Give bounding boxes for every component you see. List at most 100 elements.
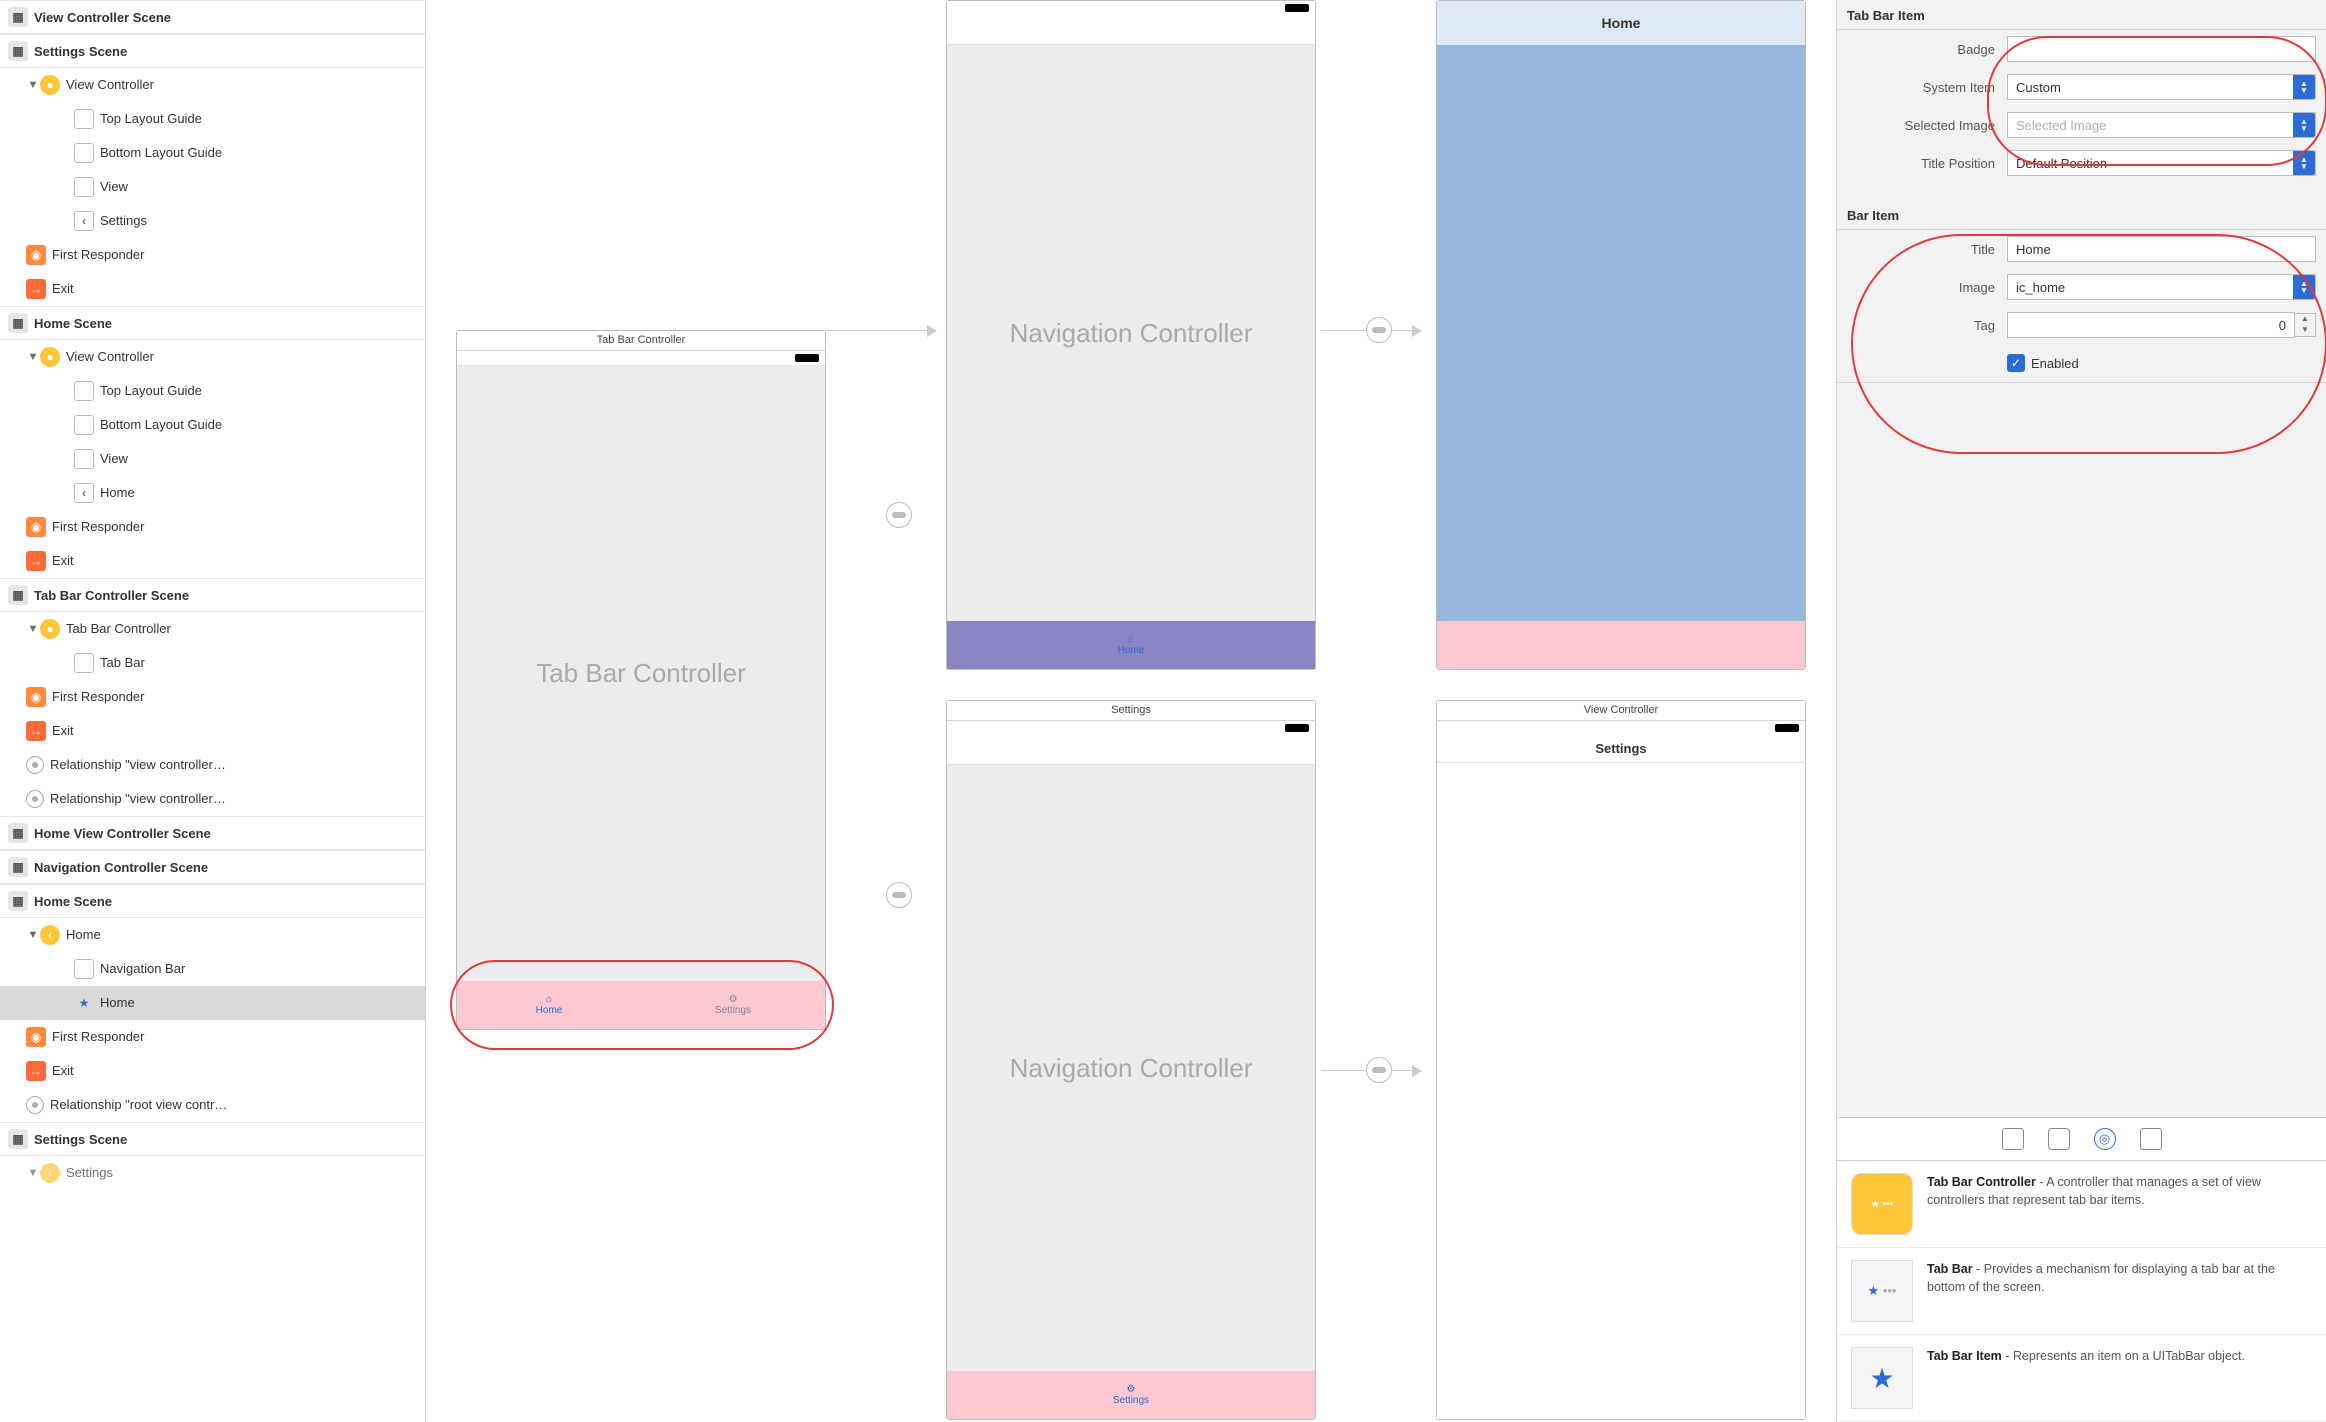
scene-navigation-controller[interactable]: ▦Navigation Controller Scene <box>0 850 425 884</box>
attributes-inspector: Tab Bar Item Badge System Item Custom ▲▼… <box>1836 0 2326 1422</box>
outline-first-responder[interactable]: ◉First Responder <box>0 1020 425 1054</box>
outline-label: Relationship "view controller… <box>50 757 226 772</box>
outline-tab-bar-controller[interactable]: ▼●Tab Bar Controller <box>0 612 425 646</box>
scene-home[interactable]: ▦Home Scene <box>0 306 425 340</box>
scene-label: Tab Bar Controller Scene <box>34 588 189 603</box>
outline-relationship-segue[interactable]: Relationship "view controller… <box>0 782 425 816</box>
navigation-controller-settings-frame[interactable]: Settings Navigation Controller ⚙Settings <box>946 700 1316 1420</box>
scene-view-controller[interactable]: ▦ View Controller Scene <box>0 0 425 34</box>
home-body <box>1437 45 1805 621</box>
outline-settings-item[interactable]: ‹Settings <box>0 204 425 238</box>
disclosure-triangle-icon[interactable]: ▼ <box>26 929 40 941</box>
frame-title: Tab Bar Controller <box>457 331 825 351</box>
outline-home-tab-item[interactable]: ★Home <box>0 986 425 1020</box>
image-select[interactable]: ic_home ▲▼ <box>2007 274 2316 300</box>
navigation-controller-home-frame[interactable]: Navigation Controller ⌂Home <box>946 0 1316 670</box>
tag-stepper[interactable]: ▲▼ <box>2294 313 2316 337</box>
layout-guide-icon <box>74 109 94 129</box>
outline-label: Exit <box>52 281 74 296</box>
settings-view-controller-frame[interactable]: View Controller Settings <box>1436 700 1806 1420</box>
scene-tab-bar-controller[interactable]: ▦Tab Bar Controller Scene <box>0 578 425 612</box>
disclosure-triangle-icon[interactable]: ▼ <box>26 1167 40 1179</box>
file-templates-icon[interactable] <box>2002 1128 2024 1150</box>
inspector-section-tab-bar-item: Tab Bar Item <box>1837 0 2326 30</box>
disclosure-triangle-icon[interactable]: ▼ <box>26 623 40 635</box>
inspector-blank-area <box>1837 382 2326 1117</box>
outline-first-responder[interactable]: ◉First Responder <box>0 680 425 714</box>
outline-exit[interactable]: →Exit <box>0 272 425 306</box>
outline-tab-bar[interactable]: Tab Bar <box>0 646 425 680</box>
object-library[interactable]: ★ ••• Tab Bar Controller - A controller … <box>1837 1161 2326 1422</box>
enabled-checkbox[interactable]: ✓ <box>2007 354 2025 372</box>
system-item-select[interactable]: Custom ▲▼ <box>2007 74 2316 100</box>
outline-top-layout[interactable]: Top Layout Guide <box>0 374 425 408</box>
outline-label: Bottom Layout Guide <box>100 417 222 432</box>
segue-connector-icon[interactable] <box>886 882 912 908</box>
outline-view-controller[interactable]: ▼ ● View Controller <box>0 68 425 102</box>
outline-navigation-bar[interactable]: Navigation Bar <box>0 952 425 986</box>
disclosure-triangle-icon[interactable]: ▼ <box>26 351 40 363</box>
select-value: Default Position <box>2016 156 2107 171</box>
media-library-icon[interactable] <box>2140 1128 2162 1150</box>
outline-label: Exit <box>52 1063 74 1078</box>
outline-bottom-layout[interactable]: Bottom Layout Guide <box>0 408 425 442</box>
badge-input[interactable] <box>2007 36 2316 62</box>
outline-top-layout[interactable]: Top Layout Guide <box>0 102 425 136</box>
outline-label: Settings <box>100 213 147 228</box>
scene-settings-nav[interactable]: ▦Settings Scene <box>0 1122 425 1156</box>
tab-item-preview[interactable]: ⚙Settings <box>947 1371 1315 1419</box>
segue-connector-icon[interactable] <box>886 502 912 528</box>
document-outline[interactable]: ▦ View Controller Scene ▦ Settings Scene… <box>0 0 426 1422</box>
nav-bar-area <box>947 15 1315 45</box>
outline-view[interactable]: View <box>0 170 425 204</box>
title-input[interactable] <box>2007 236 2316 262</box>
outline-exit[interactable]: → Exit <box>0 1054 425 1088</box>
disclosure-triangle-icon[interactable]: ▼ <box>26 79 40 91</box>
segue-icon <box>26 1096 44 1114</box>
stepper-down-icon[interactable]: ▼ <box>2295 325 2315 336</box>
settings-body <box>1437 763 1805 1419</box>
library-item-tab-bar[interactable]: ★ ••• Tab Bar - Provides a mechanism for… <box>1837 1248 2326 1335</box>
tag-input[interactable] <box>2007 312 2295 338</box>
scene-home-view-controller[interactable]: ▦Home View Controller Scene <box>0 816 425 850</box>
outline-first-responder[interactable]: ◉First Responder <box>0 510 425 544</box>
object-library-icon[interactable]: ◎ <box>2094 1128 2116 1150</box>
library-item-tab-bar-controller[interactable]: ★ ••• Tab Bar Controller - A controller … <box>1837 1161 2326 1248</box>
tab-item-preview[interactable]: ⌂Home <box>947 621 1315 669</box>
outline-settings-nav[interactable]: ▼‹Settings <box>0 1156 425 1190</box>
exit-icon: → <box>26 1061 46 1081</box>
scene-home-nav[interactable]: ▦Home Scene <box>0 884 425 918</box>
outline-label: Tab Bar <box>100 655 145 670</box>
outline-home-nav[interactable]: ▼‹Home <box>0 918 425 952</box>
navigation-controller-icon: ‹ <box>40 925 60 945</box>
tab-bar-preview[interactable]: ⌂Home ⚙Settings <box>457 981 825 1029</box>
outline-view-controller[interactable]: ▼●View Controller <box>0 340 425 374</box>
segue-connector-icon[interactable] <box>1366 317 1392 343</box>
outline-exit[interactable]: →Exit <box>0 544 425 578</box>
outline-relationship-segue[interactable]: Relationship "root view contr… <box>0 1088 425 1122</box>
tab-settings[interactable]: ⚙Settings <box>641 981 825 1029</box>
home-view-controller-frame[interactable]: Home <box>1436 0 1806 670</box>
library-item-text: Tab Bar Controller - A controller that m… <box>1927 1173 2312 1235</box>
outline-relationship-segue[interactable]: Relationship "view controller… <box>0 748 425 782</box>
outline-first-responder[interactable]: ◉First Responder <box>0 238 425 272</box>
title-position-select[interactable]: Default Position ▲▼ <box>2007 150 2316 176</box>
storyboard-canvas[interactable]: Tab Bar Controller Tab Bar Controller ⌂H… <box>426 0 1836 1422</box>
outline-label: Exit <box>52 553 74 568</box>
outline-bottom-layout[interactable]: Bottom Layout Guide <box>0 136 425 170</box>
tab-bar-controller-frame[interactable]: Tab Bar Controller Tab Bar Controller ⌂H… <box>456 330 826 1030</box>
gear-icon: ⚙ <box>1127 1384 1136 1395</box>
outline-exit[interactable]: →Exit <box>0 714 425 748</box>
tab-home[interactable]: ⌂Home <box>457 981 641 1029</box>
navigation-title: Home <box>1437 1 1805 45</box>
selected-image-select[interactable]: Selected Image ▲▼ <box>2007 112 2316 138</box>
outline-view[interactable]: View <box>0 442 425 476</box>
stepper-up-icon[interactable]: ▲ <box>2295 314 2315 325</box>
segue-connector-icon[interactable] <box>1366 1057 1392 1083</box>
navigation-bar-icon <box>74 959 94 979</box>
scene-settings[interactable]: ▦ Settings Scene <box>0 34 425 68</box>
outline-label: Navigation Bar <box>100 961 185 976</box>
outline-home-item[interactable]: ‹Home <box>0 476 425 510</box>
library-item-tab-bar-item[interactable]: ★ Tab Bar Item - Represents an item on a… <box>1837 1335 2326 1422</box>
code-snippets-icon[interactable] <box>2048 1128 2070 1150</box>
